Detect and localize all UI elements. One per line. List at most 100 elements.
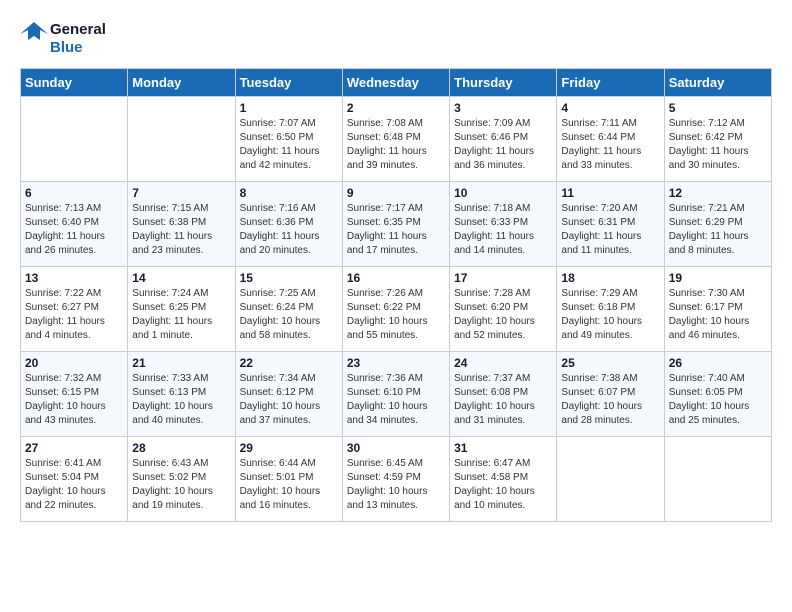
day-number: 9 [347,186,445,200]
day-info: Sunrise: 7:33 AM Sunset: 6:13 PM Dayligh… [132,372,230,428]
calendar-cell: 13 Sunrise: 7:22 AM Sunset: 6:27 PM Dayli… [21,267,128,352]
day-number: 26 [669,356,767,370]
day-number: 10 [454,186,552,200]
day-number: 24 [454,356,552,370]
calendar-cell: 18 Sunrise: 7:29 AM Sunset: 6:18 PM Dayli… [557,267,664,352]
calendar-cell: 3Sunrise: 7:09 AM Sunset: 6:46 PM Daylig… [450,97,557,182]
day-info: Sunrise: 7:09 AM Sunset: 6:46 PM Dayligh… [454,117,552,173]
calendar-cell: 30 Sunrise: 6:45 AM Sunset: 4:59 PM Dayli… [342,437,449,522]
day-number: 12 [669,186,767,200]
header-day-monday: Monday [128,69,235,97]
header-day-friday: Friday [557,69,664,97]
day-info: Sunrise: 7:12 AM Sunset: 6:42 PM Dayligh… [669,117,767,173]
day-info: Sunrise: 7:15 AM Sunset: 6:38 PM Dayligh… [132,202,230,258]
header-day-saturday: Saturday [664,69,771,97]
week-row-5: 27 Sunrise: 6:41 AM Sunset: 5:04 PM Dayli… [21,437,772,522]
calendar-cell: 4Sunrise: 7:11 AM Sunset: 6:44 PM Daylig… [557,97,664,182]
calendar-cell: 2 Sunrise: 7:08 AM Sunset: 6:48 PM Daylig… [342,97,449,182]
day-info: Sunrise: 6:47 AM Sunset: 4:58 PM Dayligh… [454,457,552,513]
calendar-cell: 17 Sunrise: 7:28 AM Sunset: 6:20 PM Dayli… [450,267,557,352]
day-info: Sunrise: 7:37 AM Sunset: 6:08 PM Dayligh… [454,372,552,428]
day-number: 16 [347,271,445,285]
day-info: Sunrise: 7:26 AM Sunset: 6:22 PM Dayligh… [347,287,445,343]
calendar-cell: 24 Sunrise: 7:37 AM Sunset: 6:08 PM Dayli… [450,352,557,437]
day-number: 14 [132,271,230,285]
day-number: 21 [132,356,230,370]
day-info: Sunrise: 7:29 AM Sunset: 6:18 PM Dayligh… [561,287,659,343]
week-row-2: 6 Sunrise: 7:13 AM Sunset: 6:40 PM Daylig… [21,182,772,267]
day-info: Sunrise: 6:41 AM Sunset: 5:04 PM Dayligh… [25,457,123,513]
day-info: Sunrise: 7:08 AM Sunset: 6:48 PM Dayligh… [347,117,445,173]
day-number: 19 [669,271,767,285]
day-number: 8 [240,186,338,200]
day-info: Sunrise: 6:44 AM Sunset: 5:01 PM Dayligh… [240,457,338,513]
day-number: 5 [669,101,767,115]
day-number: 23 [347,356,445,370]
day-number: 11 [561,186,659,200]
calendar-cell: 10 Sunrise: 7:18 AM Sunset: 6:33 PM Dayli… [450,182,557,267]
day-info: Sunrise: 7:21 AM Sunset: 6:29 PM Dayligh… [669,202,767,258]
calendar-header-row: SundayMondayTuesdayWednesdayThursdayFrid… [21,69,772,97]
calendar-cell: 28Sunrise: 6:43 AM Sunset: 5:02 PM Dayli… [128,437,235,522]
day-info: Sunrise: 7:18 AM Sunset: 6:33 PM Dayligh… [454,202,552,258]
day-number: 13 [25,271,123,285]
day-number: 30 [347,441,445,455]
day-info: Sunrise: 7:38 AM Sunset: 6:07 PM Dayligh… [561,372,659,428]
header-day-thursday: Thursday [450,69,557,97]
logo: General Blue [20,20,106,58]
calendar-cell [664,437,771,522]
day-info: Sunrise: 7:13 AM Sunset: 6:40 PM Dayligh… [25,202,123,258]
calendar-cell: 27 Sunrise: 6:41 AM Sunset: 5:04 PM Dayli… [21,437,128,522]
day-info: Sunrise: 7:34 AM Sunset: 6:12 PM Dayligh… [240,372,338,428]
calendar-cell: 29 Sunrise: 6:44 AM Sunset: 5:01 PM Dayli… [235,437,342,522]
calendar-cell: 31 Sunrise: 6:47 AM Sunset: 4:58 PM Dayli… [450,437,557,522]
calendar-cell: 14 Sunrise: 7:24 AM Sunset: 6:25 PM Dayli… [128,267,235,352]
day-info: Sunrise: 7:16 AM Sunset: 6:36 PM Dayligh… [240,202,338,258]
calendar-table: SundayMondayTuesdayWednesdayThursdayFrid… [20,68,772,522]
day-number: 25 [561,356,659,370]
calendar-cell: 12 Sunrise: 7:21 AM Sunset: 6:29 PM Dayli… [664,182,771,267]
day-number: 2 [347,101,445,115]
calendar-cell: 6 Sunrise: 7:13 AM Sunset: 6:40 PM Daylig… [21,182,128,267]
calendar-cell [128,97,235,182]
day-info: Sunrise: 7:22 AM Sunset: 6:27 PM Dayligh… [25,287,123,343]
week-row-4: 20Sunrise: 7:32 AM Sunset: 6:15 PM Dayli… [21,352,772,437]
header-day-wednesday: Wednesday [342,69,449,97]
week-row-3: 13 Sunrise: 7:22 AM Sunset: 6:27 PM Dayli… [21,267,772,352]
calendar-cell: 16 Sunrise: 7:26 AM Sunset: 6:22 PM Dayli… [342,267,449,352]
day-info: Sunrise: 7:40 AM Sunset: 6:05 PM Dayligh… [669,372,767,428]
day-number: 18 [561,271,659,285]
day-info: Sunrise: 6:45 AM Sunset: 4:59 PM Dayligh… [347,457,445,513]
header-day-sunday: Sunday [21,69,128,97]
day-info: Sunrise: 7:20 AM Sunset: 6:31 PM Dayligh… [561,202,659,258]
day-number: 15 [240,271,338,285]
day-number: 22 [240,356,338,370]
day-info: Sunrise: 7:07 AM Sunset: 6:50 PM Dayligh… [240,117,338,173]
calendar-cell: 20Sunrise: 7:32 AM Sunset: 6:15 PM Dayli… [21,352,128,437]
calendar-cell: 1 Sunrise: 7:07 AM Sunset: 6:50 PM Daylig… [235,97,342,182]
day-number: 4 [561,101,659,115]
day-info: Sunrise: 7:28 AM Sunset: 6:20 PM Dayligh… [454,287,552,343]
logo-blue: Blue [50,39,106,57]
calendar-cell: 25 Sunrise: 7:38 AM Sunset: 6:07 PM Dayli… [557,352,664,437]
day-number: 31 [454,441,552,455]
calendar-cell [557,437,664,522]
calendar-cell: 5 Sunrise: 7:12 AM Sunset: 6:42 PM Daylig… [664,97,771,182]
day-info: Sunrise: 7:17 AM Sunset: 6:35 PM Dayligh… [347,202,445,258]
calendar-cell: 8 Sunrise: 7:16 AM Sunset: 6:36 PM Daylig… [235,182,342,267]
calendar-cell: 15Sunrise: 7:25 AM Sunset: 6:24 PM Dayli… [235,267,342,352]
week-row-1: 1 Sunrise: 7:07 AM Sunset: 6:50 PM Daylig… [21,97,772,182]
day-number: 29 [240,441,338,455]
day-number: 17 [454,271,552,285]
page-header: General Blue [20,20,772,58]
day-info: Sunrise: 7:30 AM Sunset: 6:17 PM Dayligh… [669,287,767,343]
day-info: Sunrise: 7:24 AM Sunset: 6:25 PM Dayligh… [132,287,230,343]
day-number: 20 [25,356,123,370]
day-number: 6 [25,186,123,200]
day-number: 7 [132,186,230,200]
header-day-tuesday: Tuesday [235,69,342,97]
day-number: 27 [25,441,123,455]
calendar-cell: 23Sunrise: 7:36 AM Sunset: 6:10 PM Dayli… [342,352,449,437]
calendar-cell: 21 Sunrise: 7:33 AM Sunset: 6:13 PM Dayli… [128,352,235,437]
day-number: 1 [240,101,338,115]
